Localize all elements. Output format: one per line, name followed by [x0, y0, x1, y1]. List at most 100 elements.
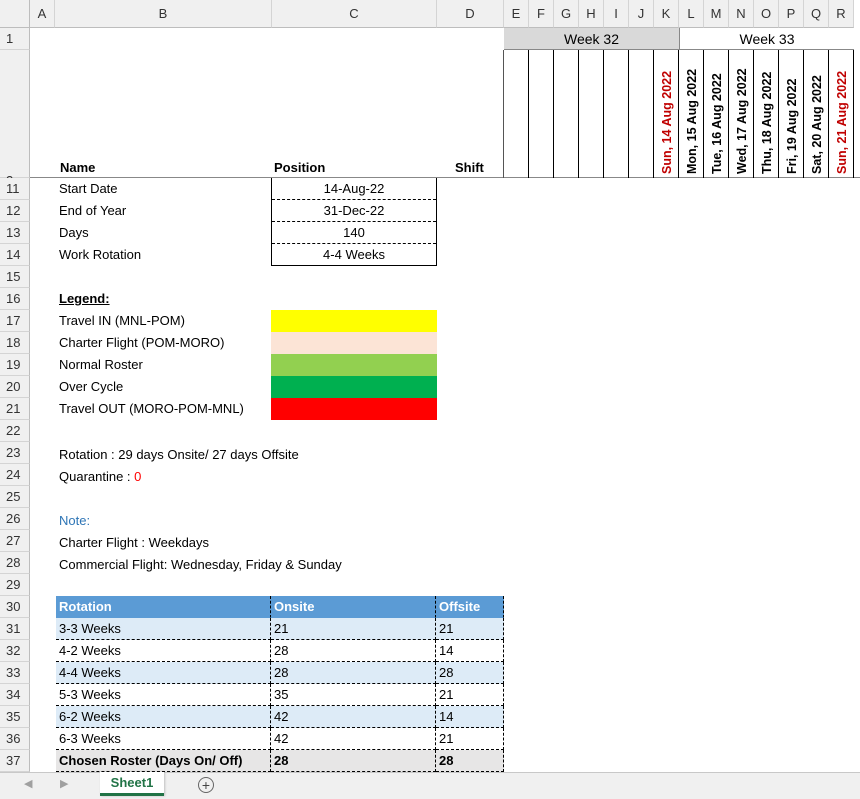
column-header-r[interactable]: R: [829, 0, 854, 28]
table-footer-cell[interactable]: Chosen Roster (Days On/ Off): [56, 750, 271, 772]
date-header-cell[interactable]: Fri, 19 Aug 2022: [779, 50, 804, 178]
date-header-cell[interactable]: Sun, 21 Aug 2022: [829, 50, 854, 178]
column-header-j[interactable]: J: [629, 0, 654, 28]
row-header-11[interactable]: 11: [0, 178, 30, 200]
date-header-cell[interactable]: Tue, 16 Aug 2022: [704, 50, 729, 178]
table-cell[interactable]: 28: [271, 662, 436, 684]
row-header-32[interactable]: 32: [0, 640, 30, 662]
row-header-30[interactable]: 30: [0, 596, 30, 618]
table-cell[interactable]: 5-3 Weeks: [56, 684, 271, 706]
table-cell[interactable]: 14: [436, 706, 504, 728]
column-header-p[interactable]: P: [779, 0, 804, 28]
date-header-cell[interactable]: Mon, 15 Aug 2022: [679, 50, 704, 178]
row-header-28[interactable]: 28: [0, 552, 30, 574]
table-cell[interactable]: 35: [271, 684, 436, 706]
table-header-cell[interactable]: Onsite: [271, 596, 436, 618]
column-header-q[interactable]: Q: [804, 0, 829, 28]
column-header-l[interactable]: L: [679, 0, 704, 28]
start-date-value[interactable]: 14-Aug-22: [272, 178, 436, 200]
row-header-33[interactable]: 33: [0, 662, 30, 684]
column-header-b[interactable]: B: [55, 0, 272, 28]
row-header-1[interactable]: 1: [0, 28, 30, 50]
row-header-22[interactable]: 22: [0, 420, 30, 442]
select-all-corner[interactable]: [0, 0, 30, 28]
legend-color-swatch[interactable]: [271, 398, 437, 420]
scroll-tabs-right-icon[interactable]: ▶: [60, 777, 68, 790]
date-label: Sat, 20 Aug 2022: [810, 75, 824, 174]
legend-item-label: Travel IN (MNL-POM): [59, 313, 185, 328]
table-cell[interactable]: 21: [436, 684, 504, 706]
work-rotation-label: Work Rotation: [59, 247, 142, 262]
row-header-12[interactable]: 12: [0, 200, 30, 222]
row-header-2[interactable]: 2: [0, 50, 30, 188]
row-header-14[interactable]: 14: [0, 244, 30, 266]
table-footer-cell[interactable]: 28: [271, 750, 436, 772]
row-header-37[interactable]: 37: [0, 750, 30, 772]
row-header-35[interactable]: 35: [0, 706, 30, 728]
row-header-23[interactable]: 23: [0, 442, 30, 464]
table-cell[interactable]: 4-2 Weeks: [56, 640, 271, 662]
table-cell[interactable]: 21: [271, 618, 436, 640]
column-header-e[interactable]: E: [504, 0, 529, 28]
column-header-h[interactable]: H: [579, 0, 604, 28]
row-header-36[interactable]: 36: [0, 728, 30, 750]
date-header-cell[interactable]: Wed, 17 Aug 2022: [729, 50, 754, 178]
row-header-21[interactable]: 21: [0, 398, 30, 420]
table-cell[interactable]: 3-3 Weeks: [56, 618, 271, 640]
legend-color-swatch[interactable]: [271, 376, 437, 398]
column-header-d[interactable]: D: [437, 0, 504, 28]
table-footer-cell[interactable]: 28: [436, 750, 504, 772]
column-header-f[interactable]: F: [529, 0, 554, 28]
column-header-m[interactable]: M: [704, 0, 729, 28]
end-of-year-value[interactable]: 31-Dec-22: [272, 200, 436, 222]
row-header-20[interactable]: 20: [0, 376, 30, 398]
row-header-27[interactable]: 27: [0, 530, 30, 552]
table-cell[interactable]: 21: [436, 618, 504, 640]
sheet-tab-sheet1[interactable]: Sheet1: [100, 772, 164, 796]
column-header-k[interactable]: K: [654, 0, 679, 28]
legend-color-swatch[interactable]: [271, 310, 437, 332]
row-header-16[interactable]: 16: [0, 288, 30, 310]
table-header-cell[interactable]: Offsite: [436, 596, 504, 618]
row-header-31[interactable]: 31: [0, 618, 30, 640]
table-cell[interactable]: 14: [436, 640, 504, 662]
row-header-24[interactable]: 24: [0, 464, 30, 486]
table-cell[interactable]: 42: [271, 728, 436, 750]
row-header-15[interactable]: 15: [0, 266, 30, 288]
days-value[interactable]: 140: [272, 222, 436, 244]
add-sheet-button[interactable]: +: [198, 777, 214, 793]
column-header-g[interactable]: G: [554, 0, 579, 28]
table-cell[interactable]: 21: [436, 728, 504, 750]
column-header-i[interactable]: I: [604, 0, 629, 28]
row-header-29[interactable]: 29: [0, 574, 30, 596]
table-cell[interactable]: 4-4 Weeks: [56, 662, 271, 684]
row-header-26[interactable]: 26: [0, 508, 30, 530]
date-header-cell[interactable]: Sat, 20 Aug 2022: [804, 50, 829, 178]
table-cell[interactable]: 42: [271, 706, 436, 728]
worksheet-grid[interactable]: ABCDEFGHIJKLMNOPQR 121112131415161718192…: [0, 0, 860, 772]
date-label: Sun, 21 Aug 2022: [835, 70, 849, 174]
row-header-17[interactable]: 17: [0, 310, 30, 332]
date-header-cell[interactable]: Sun, 14 Aug 2022: [654, 50, 679, 178]
date-header-cell[interactable]: Thu, 18 Aug 2022: [754, 50, 779, 178]
column-header-n[interactable]: N: [729, 0, 754, 28]
table-header-cell[interactable]: Rotation: [56, 596, 271, 618]
days-label: Days: [59, 225, 89, 240]
work-rotation-value[interactable]: 4-4 Weeks: [272, 244, 436, 266]
column-header-o[interactable]: O: [754, 0, 779, 28]
row-header-18[interactable]: 18: [0, 332, 30, 354]
quarantine-value: 0: [134, 469, 142, 484]
legend-color-swatch[interactable]: [271, 332, 437, 354]
row-header-13[interactable]: 13: [0, 222, 30, 244]
row-header-34[interactable]: 34: [0, 684, 30, 706]
column-header-c[interactable]: C: [272, 0, 437, 28]
table-cell[interactable]: 6-3 Weeks: [56, 728, 271, 750]
row-header-25[interactable]: 25: [0, 486, 30, 508]
legend-color-swatch[interactable]: [271, 354, 437, 376]
table-cell[interactable]: 28: [271, 640, 436, 662]
row-header-19[interactable]: 19: [0, 354, 30, 376]
column-header-a[interactable]: A: [30, 0, 55, 28]
scroll-tabs-left-icon[interactable]: ◀: [24, 777, 32, 790]
table-cell[interactable]: 6-2 Weeks: [56, 706, 271, 728]
table-cell[interactable]: 28: [436, 662, 504, 684]
